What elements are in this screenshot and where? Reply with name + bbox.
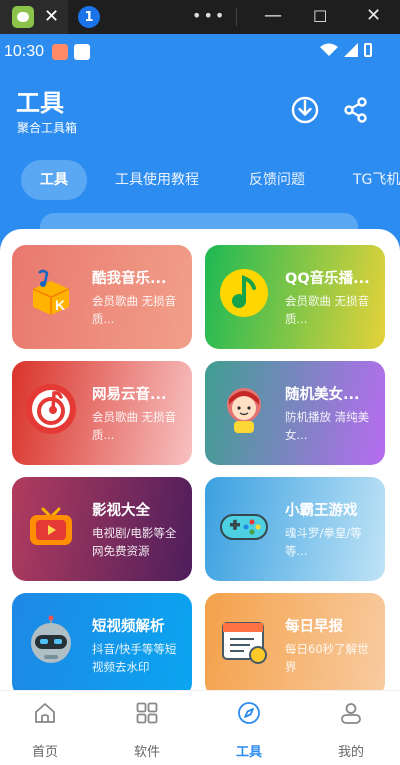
tool-name: 影视大全	[92, 503, 150, 519]
tool-description: 会员歌曲 无损音质...	[92, 410, 177, 442]
tool-name: 短视频解析	[92, 619, 165, 635]
tool-name: 小霸王游戏	[285, 503, 358, 519]
tool-name: QQ音乐播...	[285, 271, 370, 287]
notification-app-icon	[74, 44, 90, 60]
tool-name: 随机美女...	[285, 387, 360, 403]
notification-app-icon	[52, 44, 68, 60]
tool-card-video-parser[interactable]: 短视频解析 抖音/快手等等短视频去水印	[12, 593, 192, 697]
battery-icon	[364, 43, 372, 57]
wifi-icon	[320, 43, 338, 56]
tool-description: 抖音/快手等等短视频去水印	[92, 642, 177, 674]
tool-card-random-girl[interactable]: 随机美女... 防机播放 清纯美女...	[205, 361, 385, 465]
status-icons	[320, 43, 372, 57]
kuwo-music-icon: K	[32, 269, 70, 315]
maximize-icon[interactable]: ☐	[313, 7, 327, 26]
tool-name: 每日早报	[285, 619, 343, 635]
tool-card-netease-music[interactable]: 网易云音... 会员歌曲 无损音质...	[12, 361, 192, 465]
tool-card-kuwo-music[interactable]: K 酷我音乐... 会员歌曲 无损音质...	[12, 245, 192, 349]
nav-label: 我的	[337, 745, 364, 760]
nav-profile[interactable]: 我的	[306, 701, 396, 760]
page-title: 工具	[16, 89, 64, 117]
download-icon[interactable]	[290, 95, 320, 125]
nav-home[interactable]: 首页	[0, 701, 90, 760]
more-options-icon[interactable]: •••	[192, 6, 226, 25]
netease-music-icon	[26, 384, 76, 434]
close-tab-icon[interactable]: ✕	[44, 8, 59, 26]
tool-name: 酷我音乐...	[92, 271, 167, 287]
tab-tutorial[interactable]: 工具使用教程	[115, 160, 199, 200]
user-icon	[341, 703, 361, 724]
info-badge-icon[interactable]: 1	[78, 6, 100, 28]
signal-icon	[344, 43, 358, 57]
status-time: 10:30	[4, 43, 45, 60]
bottom-navigation: 首页 软件 工具 我的	[0, 690, 400, 765]
robot-icon	[31, 615, 71, 663]
tab-feedback[interactable]: 反馈问题	[249, 160, 305, 200]
svg-text:K: K	[55, 297, 65, 313]
window-titlebar: ✕ 1 ••• — ☐ ✕	[0, 0, 400, 34]
nav-label: 工具	[235, 745, 262, 760]
tab-telegram[interactable]: TG飞机	[353, 160, 400, 200]
window-close-icon[interactable]: ✕	[366, 5, 381, 26]
minimize-icon[interactable]: —	[264, 5, 282, 26]
gamepad-icon	[220, 514, 268, 540]
tv-icon	[30, 507, 72, 545]
home-icon	[35, 703, 55, 723]
page-subtitle: 聚合工具箱	[17, 121, 78, 135]
tools-grid: K 酷我音乐... 会员歌曲 无损音质... QQ音乐播... 会员歌曲 无损音…	[0, 229, 400, 699]
status-bar: 10:30	[0, 34, 400, 70]
tool-description: 魂斗罗/拳皇/等等...	[285, 526, 362, 558]
tool-card-qq-music[interactable]: QQ音乐播... 会员歌曲 无损音质...	[205, 245, 385, 349]
tool-description: 会员歌曲 无损音质...	[285, 294, 370, 326]
tool-card-daily-news[interactable]: 每日早报 每日60秒了解世界	[205, 593, 385, 697]
nav-label: 首页	[31, 745, 58, 760]
tool-description: 电视剧/电影等全网免费资源	[92, 526, 177, 558]
tool-name: 网易云音...	[92, 387, 167, 403]
tool-description: 防机播放 清纯美女...	[285, 410, 370, 442]
girl-avatar-icon	[227, 388, 261, 433]
tool-description: 会员歌曲 无损音质...	[92, 294, 177, 326]
nav-software[interactable]: 软件	[102, 701, 192, 760]
tool-card-movies[interactable]: 影视大全 电视剧/电影等全网免费资源	[12, 477, 192, 581]
grid-icon	[136, 702, 158, 724]
calendar-icon	[222, 622, 267, 664]
tab-tools[interactable]: 工具	[21, 160, 87, 200]
tool-description: 每日60秒了解世界	[285, 642, 369, 674]
nav-tools[interactable]: 工具	[204, 701, 294, 760]
share-icon[interactable]	[341, 95, 371, 125]
nav-label: 软件	[133, 745, 160, 760]
tab-bar: 工具 工具使用教程 反馈问题 TG飞机	[0, 160, 400, 202]
divider	[236, 8, 237, 26]
app-favicon-icon	[12, 6, 34, 28]
compass-icon	[238, 702, 260, 724]
qq-music-icon	[220, 269, 268, 317]
browser-tab[interactable]: ✕	[0, 0, 68, 34]
tool-card-games[interactable]: 小霸王游戏 魂斗罗/拳皇/等等...	[205, 477, 385, 581]
